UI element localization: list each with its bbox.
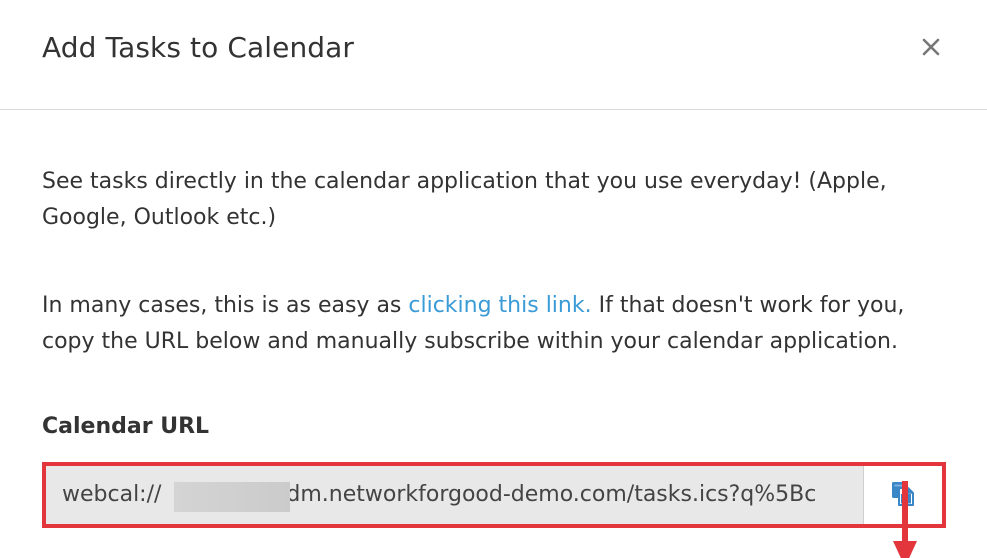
- intro-text: See tasks directly in the calendar appli…: [42, 169, 887, 230]
- subscribe-link[interactable]: clicking this link.: [408, 293, 591, 318]
- modal-header: Add Tasks to Calendar: [0, 0, 987, 110]
- calendar-url-field[interactable]: webcal:// .dm.networkforgood-demo.com/tas…: [46, 466, 864, 524]
- instructions-before-link: In many cases, this is as easy as: [42, 293, 409, 318]
- calendar-url-group: webcal:// .dm.networkforgood-demo.com/tas…: [42, 462, 946, 528]
- add-tasks-modal: Add Tasks to Calendar See tasks directly…: [0, 0, 987, 558]
- calendar-url-prefix: webcal://: [62, 482, 162, 507]
- calendar-url-suffix: .dm.networkforgood-demo.com/tasks.ics?q%…: [279, 482, 817, 507]
- close-button[interactable]: [914, 30, 948, 64]
- redaction-block: [174, 482, 290, 512]
- instructions-text: In many cases, this is as easy as clicki…: [42, 288, 952, 360]
- close-icon: [914, 30, 948, 64]
- annotation-arrow-icon: [893, 481, 917, 558]
- modal-title: Add Tasks to Calendar: [42, 31, 355, 64]
- calendar-url-label: Calendar URL: [42, 414, 210, 439]
- modal-body: See tasks directly in the calendar appli…: [0, 110, 987, 558]
